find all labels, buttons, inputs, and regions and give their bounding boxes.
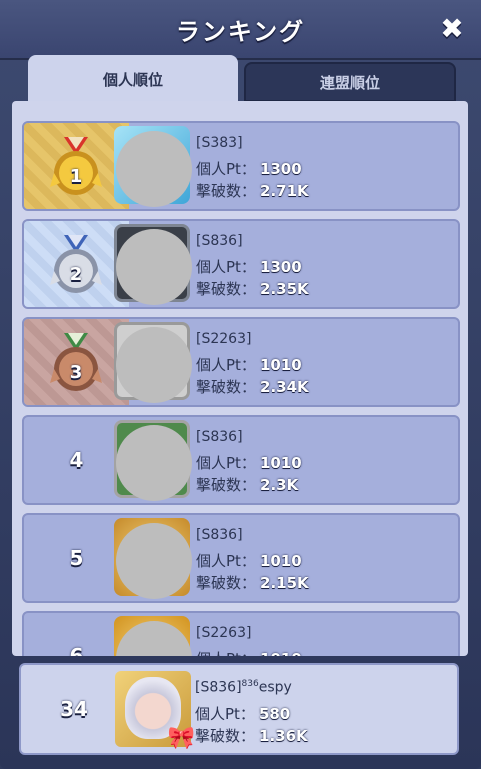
pt-label: 個人Pt： xyxy=(196,258,256,276)
personal-pt: 個人Pt： 1300 xyxy=(196,158,302,179)
kill-count: 撃破数： 2.71K xyxy=(196,180,309,201)
title-bar: ランキング ✖ xyxy=(0,0,481,60)
kills-label: 撃破数： xyxy=(196,182,257,200)
ranking-row-4[interactable]: 4 [S836] 個人Pt： 1010 撃破数： 2.3K xyxy=(22,415,460,505)
my-rank-number: 34 xyxy=(60,697,88,721)
my-ranking-row[interactable]: 34 🎀 [S836]836espy 個人Pt： 580 撃破数： 1.36K xyxy=(19,663,459,755)
tab-alliance-ranking[interactable]: 連盟順位 xyxy=(244,62,456,102)
pt-label: 個人Pt： xyxy=(196,650,256,656)
my-server-tag: [S836] xyxy=(195,679,242,696)
personal-pt: 個人Pt：1010 xyxy=(196,550,302,571)
kills-value: 2.15K xyxy=(260,574,309,592)
avatar-blurred xyxy=(116,131,192,207)
kills-value: 2.35K xyxy=(260,280,309,298)
ranking-row-2[interactable]: 2 [S836] 個人Pt： 1300 撃破数： 2.35K xyxy=(22,219,460,309)
kill-count: 撃破数： 2.15K xyxy=(196,572,309,593)
ranking-row-6[interactable]: 6 [S2263] 個人Pt：1010 xyxy=(22,611,460,656)
ranking-row-5[interactable]: 5 [S836] 個人Pt： 1010 撃破数： 2.15K xyxy=(22,513,460,603)
pt-value: 1300 xyxy=(259,160,302,178)
ranking-row-3[interactable]: 3 [S2263] 個人Pt： 1010 撃破数： 2.34K xyxy=(22,317,460,407)
personal-pt: 個人Pt： 1300 xyxy=(196,256,302,277)
personal-pt: 個人Pt：1010 xyxy=(196,354,302,375)
rank-number: 2 xyxy=(69,263,83,285)
pt-value: 1010 xyxy=(259,552,302,570)
pt-label: 個人Pt： xyxy=(196,160,256,178)
my-kill-count: 撃破数： 1.36K xyxy=(195,725,308,746)
my-kills-value: 1.36K xyxy=(259,727,308,745)
tab-individual-ranking[interactable]: 個人順位 xyxy=(28,55,238,103)
my-player-name: espy xyxy=(258,679,292,696)
server-tag: [S2263] xyxy=(196,331,252,347)
avatar-blurred xyxy=(116,229,192,305)
server-tag: [S836] xyxy=(196,527,243,543)
pt-value: 1300 xyxy=(259,258,302,276)
kills-label: 撃破数： xyxy=(196,574,257,592)
pt-value: 1010 xyxy=(259,454,302,472)
my-avatar: 🎀 xyxy=(115,671,195,751)
server-tag: [S383] xyxy=(196,135,243,151)
kill-count: 撃破数： 2.3K xyxy=(196,474,298,495)
kill-count: 撃破数： 2.34K xyxy=(196,376,309,397)
kills-label: 撃破数： xyxy=(196,476,257,494)
rank-number: 1 xyxy=(69,165,83,187)
kills-label: 撃破数： xyxy=(196,378,257,396)
pt-value: 1010 xyxy=(259,356,302,374)
pt-label: 個人Pt： xyxy=(196,454,256,472)
window-title: ランキング xyxy=(175,18,306,46)
kills-value: 2.71K xyxy=(260,182,309,200)
personal-pt: 個人Pt：1010 xyxy=(196,452,302,473)
ranking-window: ランキング ✖ 個人順位 連盟順位 1 [S383] 個人Pt： 1300 撃破数… xyxy=(0,0,481,769)
server-tag: [S836] xyxy=(196,429,243,445)
my-server-sup: 836 xyxy=(241,679,259,689)
avatar-blurred xyxy=(116,327,192,403)
kills-value: 2.3K xyxy=(260,476,299,494)
my-pt-value: 580 xyxy=(258,705,291,723)
kills-label: 撃破数： xyxy=(195,727,256,745)
avatar-blurred xyxy=(116,523,192,599)
pt-label: 個人Pt： xyxy=(196,356,256,374)
my-personal-pt: 個人Pt： 580 xyxy=(195,703,290,724)
rank-number: 3 xyxy=(69,361,83,383)
pt-value: 1010 xyxy=(260,650,302,656)
ranking-list[interactable]: 1 [S383] 個人Pt： 1300 撃破数： 2.71K 2 [S836] 個人… xyxy=(12,101,468,656)
close-icon[interactable]: ✖ xyxy=(437,14,467,44)
my-server-name: [S836]836espy xyxy=(195,679,292,696)
server-tag: [S2263] xyxy=(196,625,252,641)
ranking-row-1[interactable]: 1 [S383] 個人Pt： 1300 撃破数： 2.71K xyxy=(22,121,460,211)
pt-label: 個人Pt： xyxy=(196,552,256,570)
pt-label: 個人Pt： xyxy=(195,705,255,723)
ribbon-icon: 🎀 xyxy=(167,726,195,751)
kills-label: 撃破数： xyxy=(196,280,257,298)
server-tag: [S836] xyxy=(196,233,243,249)
avatar-blurred xyxy=(116,425,192,501)
kills-value: 2.34K xyxy=(260,378,309,396)
personal-pt: 個人Pt： 1010 xyxy=(196,648,302,656)
kill-count: 撃破数： 2.35K xyxy=(196,278,309,299)
